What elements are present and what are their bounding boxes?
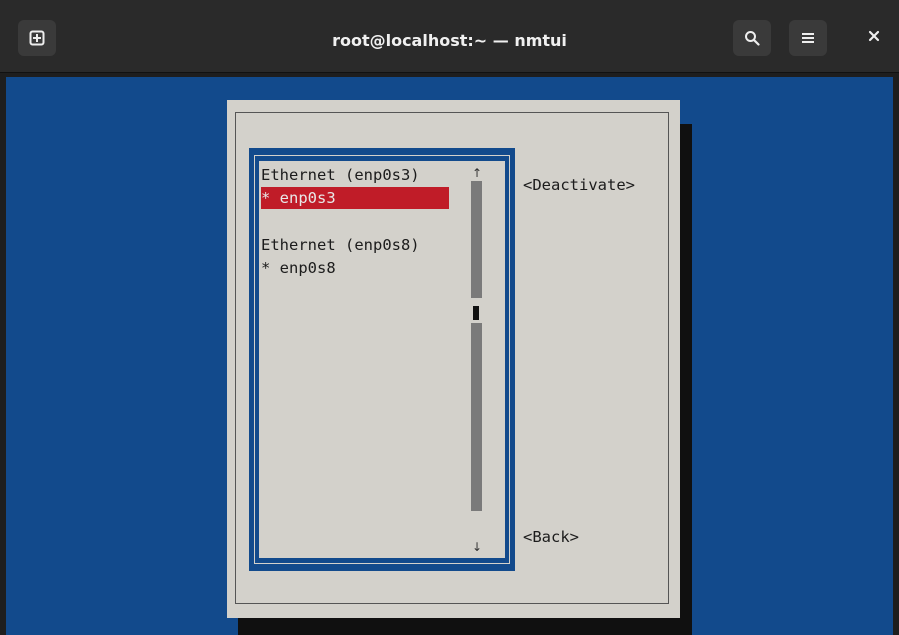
header-bar: root@localhost:~ — nmtui bbox=[0, 0, 899, 73]
terminal-window: root@localhost:~ — nmtui Ethernet (enp0s… bbox=[0, 0, 899, 635]
new-tab-button[interactable] bbox=[18, 20, 56, 56]
back-button[interactable]: <Back> bbox=[523, 526, 579, 548]
search-button[interactable] bbox=[733, 20, 771, 56]
connection-item-enp0s3[interactable]: * enp0s3 bbox=[261, 187, 449, 209]
hamburger-menu-icon bbox=[801, 31, 815, 45]
close-icon bbox=[868, 29, 880, 47]
search-icon bbox=[744, 30, 760, 46]
terminal-scrollbar[interactable] bbox=[893, 77, 899, 635]
scroll-down-arrow-icon[interactable]: ↓ bbox=[469, 539, 485, 555]
connection-list-frame: Ethernet (enp0s3) * enp0s3 Ethernet (enp… bbox=[249, 148, 515, 571]
scroll-up-arrow-icon[interactable]: ↑ bbox=[469, 165, 485, 181]
new-tab-icon bbox=[29, 30, 45, 46]
close-button[interactable] bbox=[862, 26, 886, 50]
connection-group-header: Ethernet (enp0s8) bbox=[261, 236, 420, 254]
scrollbar-track[interactable] bbox=[471, 181, 482, 298]
nmtui-activate-dialog: Ethernet (enp0s3) * enp0s3 Ethernet (enp… bbox=[227, 100, 680, 618]
connection-item-enp0s8[interactable]: * enp0s8 bbox=[261, 257, 336, 279]
scrollbar-track[interactable] bbox=[471, 323, 482, 511]
deactivate-button[interactable]: <Deactivate> bbox=[523, 174, 635, 196]
terminal-area[interactable]: Ethernet (enp0s3) * enp0s3 Ethernet (enp… bbox=[6, 77, 893, 635]
connection-group-header: Ethernet (enp0s3) bbox=[261, 166, 420, 184]
connection-list[interactable]: Ethernet (enp0s3) * enp0s3 Ethernet (enp… bbox=[259, 161, 505, 558]
scrollbar-thumb[interactable] bbox=[473, 306, 479, 320]
main-menu-button[interactable] bbox=[789, 20, 827, 56]
